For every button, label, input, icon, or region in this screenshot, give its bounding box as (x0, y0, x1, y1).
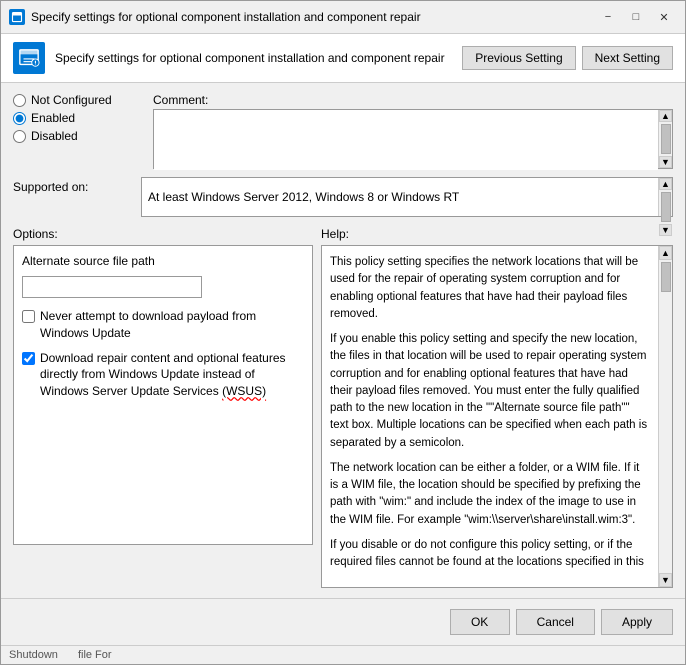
header-section: Specify settings for optional component … (1, 34, 685, 83)
options-header: Options: (13, 227, 313, 241)
enabled-radio[interactable] (13, 112, 26, 125)
taskbar-item-2: file For (78, 649, 112, 661)
previous-setting-button[interactable]: Previous Setting (462, 46, 575, 70)
panels-row: Options: Alternate source file path Neve… (13, 227, 673, 588)
taskbar-hint: Shutdown file For (1, 645, 685, 664)
help-scroll-down[interactable]: ▼ (659, 573, 672, 587)
comment-section: Comment: ▲ ▼ (153, 93, 673, 169)
supported-label: Supported on: (13, 177, 133, 194)
help-scroll-thumb (659, 260, 672, 573)
taskbar-item-1: Shutdown (9, 649, 58, 661)
help-scroll-thumb-inner (661, 262, 671, 292)
not-configured-radio[interactable] (13, 94, 26, 107)
options-panel: Options: Alternate source file path Neve… (13, 227, 313, 588)
supported-section: Supported on: At least Windows Server 20… (13, 177, 673, 217)
header-title: Specify settings for optional component … (55, 51, 452, 65)
cancel-button[interactable]: Cancel (516, 609, 595, 635)
download-from-wu-option[interactable]: Download repair content and optional fea… (22, 350, 304, 400)
supported-scroll-thumb (659, 190, 672, 224)
comment-scroll-up[interactable]: ▲ (659, 110, 672, 122)
not-configured-label: Not Configured (31, 93, 112, 107)
never-download-checkbox[interactable] (22, 310, 35, 323)
title-bar-text: Specify settings for optional component … (31, 10, 589, 24)
title-bar-controls: − □ ✕ (595, 7, 677, 27)
not-configured-option[interactable]: Not Configured (13, 93, 133, 107)
next-setting-button[interactable]: Next Setting (582, 46, 673, 70)
never-download-option[interactable]: Never attempt to download payload from W… (22, 308, 304, 342)
close-button[interactable]: ✕ (651, 7, 677, 27)
title-bar: Specify settings for optional component … (1, 1, 685, 34)
options-box: Alternate source file path Never attempt… (13, 245, 313, 545)
disabled-radio[interactable] (13, 130, 26, 143)
comment-scroll-down[interactable]: ▼ (659, 156, 672, 168)
comment-textarea[interactable] (154, 110, 658, 170)
comment-scroll-thumb-inner (661, 124, 671, 154)
comment-box-container: ▲ ▼ (153, 109, 673, 169)
supported-value-container: At least Windows Server 2012, Windows 8 … (141, 177, 673, 217)
options-box-title: Alternate source file path (22, 254, 304, 268)
help-header: Help: (321, 227, 673, 241)
supported-scrollbar[interactable]: ▲ ▼ (658, 178, 672, 216)
supported-value: At least Windows Server 2012, Windows 8 … (142, 178, 658, 216)
help-paragraph-4: If you disable or do not configure this … (330, 537, 650, 572)
enabled-option[interactable]: Enabled (13, 111, 133, 125)
maximize-button[interactable]: □ (623, 7, 649, 27)
header-buttons: Previous Setting Next Setting (462, 46, 673, 70)
comment-scroll-thumb (659, 122, 672, 156)
help-panel: Help: This policy setting specifies the … (321, 227, 673, 588)
wsus-text: (WSUS) (222, 384, 266, 398)
help-scrollbar[interactable]: ▲ ▼ (658, 246, 672, 587)
supported-scroll-up[interactable]: ▲ (659, 178, 672, 190)
help-paragraph-1: This policy setting specifies the networ… (330, 254, 650, 323)
radio-group: Not Configured Enabled Disabled (13, 93, 133, 143)
dialog-window: Specify settings for optional component … (0, 0, 686, 665)
comment-scrollbar[interactable]: ▲ ▼ (658, 110, 672, 168)
help-paragraph-3: The network location can be either a fol… (330, 460, 650, 529)
help-scroll-up[interactable]: ▲ (659, 246, 672, 260)
content-area: Not Configured Enabled Disabled Comment: (1, 83, 685, 598)
never-download-label: Never attempt to download payload from W… (40, 308, 304, 342)
ok-button[interactable]: OK (450, 609, 510, 635)
dialog-icon (9, 9, 25, 25)
header-icon (13, 42, 45, 74)
download-from-wu-label: Download repair content and optional fea… (40, 350, 304, 400)
apply-button[interactable]: Apply (601, 609, 673, 635)
comment-label: Comment: (153, 93, 673, 107)
help-paragraph-2: If you enable this policy setting and sp… (330, 331, 650, 452)
download-from-wu-checkbox[interactable] (22, 352, 35, 365)
help-text-area: This policy setting specifies the networ… (322, 246, 658, 587)
supported-scroll-thumb-inner (661, 192, 671, 222)
alternate-source-input[interactable] (22, 276, 202, 298)
disabled-option[interactable]: Disabled (13, 129, 133, 143)
disabled-label: Disabled (31, 129, 78, 143)
bottom-bar: OK Cancel Apply (1, 598, 685, 645)
enabled-label: Enabled (31, 111, 75, 125)
minimize-button[interactable]: − (595, 7, 621, 27)
help-box-container: This policy setting specifies the networ… (321, 245, 673, 588)
